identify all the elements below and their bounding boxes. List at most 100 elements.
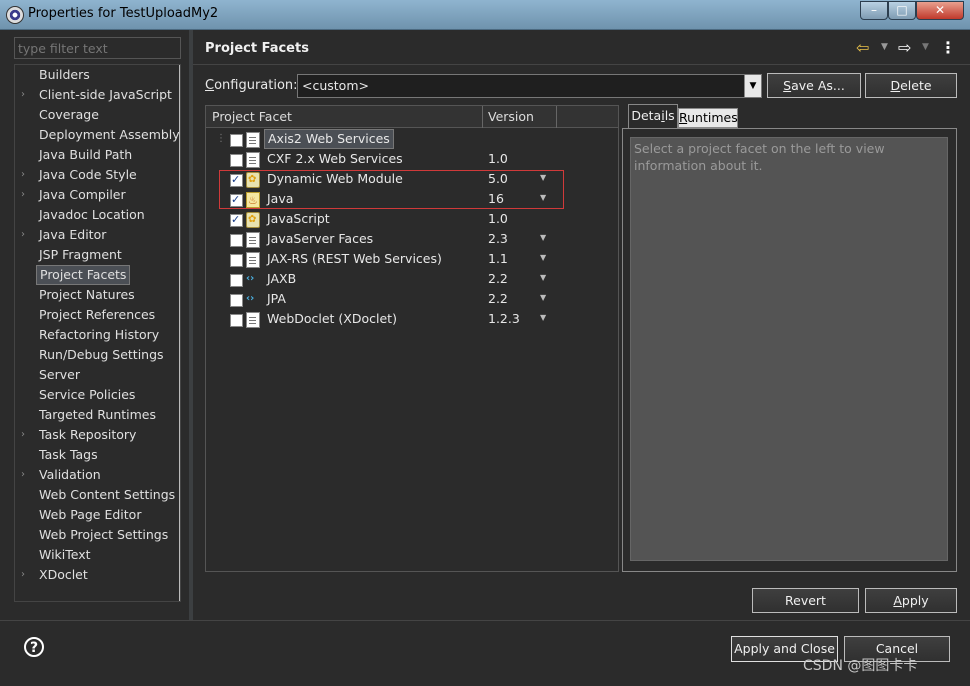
tree-item[interactable]: Web Project Settings (15, 525, 168, 545)
tree-item-label: Project References (39, 307, 156, 322)
column-separator[interactable] (556, 106, 557, 128)
column-separator[interactable] (482, 106, 483, 128)
column-header-project-facet[interactable]: Project Facet (212, 109, 292, 124)
forward-dropdown-icon[interactable]: ▼ (922, 42, 929, 52)
expand-icon[interactable]: › (21, 85, 29, 105)
facet-version[interactable]: 1.2.3 (488, 309, 520, 329)
chevron-down-icon[interactable]: ▼ (744, 75, 761, 97)
facet-version[interactable]: 2.2 (488, 289, 508, 309)
help-icon[interactable]: ? (24, 637, 44, 657)
tree-item[interactable]: Project Natures (15, 285, 165, 305)
facet-row[interactable]: ⋮ Axis2 Web Services (206, 129, 618, 149)
expand-icon[interactable]: › (21, 165, 29, 185)
forward-arrow-icon[interactable]: ⇨ (898, 38, 911, 57)
tree-item[interactable]: Web Content Settings (15, 485, 175, 505)
tab-details[interactable]: Details (628, 104, 678, 128)
tree-item[interactable]: Project References (15, 305, 165, 325)
title-bar[interactable]: Properties for TestUploadMy2 – □ ✕ (0, 0, 970, 30)
column-header-version[interactable]: Version (488, 109, 534, 124)
back-arrow-icon[interactable]: ⇦ (856, 38, 869, 57)
tree-item[interactable]: Task Tags (15, 445, 165, 465)
facet-row[interactable]: JAX-RS (REST Web Services) 1.1 ▼ (206, 248, 618, 269)
property-tree[interactable]: Builders › Client-side JavaScript Coverage D… (14, 64, 181, 602)
filter-input[interactable] (14, 37, 181, 59)
maximize-button[interactable]: □ (888, 1, 916, 20)
tree-item[interactable]: Deployment Assembly (15, 125, 180, 145)
tree-item[interactable]: Builders (15, 65, 165, 85)
tree-item[interactable]: Java Build Path (15, 145, 165, 165)
view-menu-icon[interactable]: ⋮ (940, 38, 956, 57)
facet-checkbox[interactable] (230, 154, 243, 167)
tree-item[interactable]: Javadoc Location (15, 205, 165, 225)
expand-icon[interactable]: › (21, 425, 29, 445)
tree-item-label: Client-side JavaScript (39, 87, 172, 102)
configuration-select[interactable]: <custom> (297, 74, 762, 98)
tree-item[interactable]: › Java Editor (15, 225, 165, 245)
tree-item[interactable]: › Task Repository (15, 425, 165, 445)
facet-version[interactable]: 1.0 (488, 209, 508, 229)
apply-button[interactable]: Apply (865, 588, 957, 613)
tree-item-label: Web Project Settings (39, 527, 169, 542)
facet-checkbox[interactable] (230, 210, 243, 230)
tree-item[interactable]: JSP Fragment (15, 245, 165, 265)
expand-icon[interactable]: › (21, 565, 29, 585)
tree-item[interactable]: Coverage (15, 105, 165, 125)
facet-checkbox[interactable] (230, 314, 243, 327)
facet-checkbox[interactable] (230, 234, 243, 247)
tree-item[interactable]: Project Facets (15, 265, 165, 285)
version-dropdown-icon[interactable]: ▼ (540, 228, 546, 248)
minimize-button[interactable]: – (860, 1, 888, 20)
tree-item-label: Refactoring History (39, 327, 160, 342)
page-title: Project Facets (205, 41, 309, 56)
expand-icon[interactable]: › (21, 185, 29, 205)
tab-runtimes[interactable]: Runtimes (678, 108, 738, 128)
version-dropdown-icon[interactable]: ▼ (540, 248, 546, 268)
tree-item[interactable]: Refactoring History (15, 325, 165, 345)
delete-button[interactable]: Delete (865, 73, 957, 98)
tree-item[interactable]: Server (15, 365, 165, 385)
back-dropdown-icon[interactable]: ▼ (881, 42, 888, 52)
facet-row[interactable]: ‹› JAXB 2.2 ▼ (206, 268, 618, 289)
facet-row[interactable]: WebDoclet (XDoclet) 1.2.3 ▼ (206, 308, 618, 329)
tree-item[interactable]: WikiText (15, 545, 165, 565)
tree-item[interactable]: Targeted Runtimes (15, 405, 165, 425)
tree-item[interactable]: › Java Code Style (15, 165, 165, 185)
expand-icon[interactable]: › (21, 225, 29, 245)
tree-item-label: Project Natures (39, 287, 135, 302)
version-dropdown-icon[interactable]: ▼ (540, 288, 546, 308)
facet-checkbox[interactable] (230, 294, 243, 307)
save-as-button[interactable]: Save As... (767, 73, 861, 98)
doc-icon (246, 252, 260, 268)
facets-table-header: Project Facet Version (206, 106, 618, 128)
facet-version[interactable]: 2.2 (488, 269, 508, 289)
facet-version[interactable]: 1.1 (488, 249, 508, 269)
tree-item[interactable]: › Client-side JavaScript (15, 85, 172, 105)
gear-doc-icon (246, 210, 260, 230)
facet-row[interactable]: CXF 2.x Web Services 1.0 (206, 149, 618, 169)
tree-item[interactable]: › XDoclet (15, 565, 165, 585)
tree-item[interactable]: Run/Debug Settings (15, 345, 165, 365)
close-button[interactable]: ✕ (916, 1, 964, 20)
tree-horizontal-scrollbar[interactable]: ◀ ||| ▶ (15, 601, 179, 602)
tree-item[interactable]: › Validation (15, 465, 165, 485)
expand-icon[interactable]: › (21, 465, 29, 485)
facet-checkbox[interactable] (230, 254, 243, 267)
facet-version[interactable]: 2.3 (488, 229, 508, 249)
facet-row[interactable]: ‹› JPA 2.2 ▼ (206, 288, 618, 309)
panel-sash[interactable] (189, 30, 193, 620)
tree-item[interactable]: Web Page Editor (15, 505, 165, 525)
facet-version[interactable]: 1.0 (488, 149, 508, 169)
version-dropdown-icon[interactable]: ▼ (540, 308, 546, 328)
tree-item[interactable]: › Java Compiler (15, 185, 165, 205)
revert-button[interactable]: Revert (752, 588, 859, 613)
tree-item[interactable]: Service Policies (15, 385, 165, 405)
tree-vertical-scrollbar[interactable]: ▲ ▼ (179, 65, 180, 601)
facet-row[interactable]: JavaScript 1.0 (206, 209, 618, 230)
window-title: Properties for TestUploadMy2 (28, 6, 219, 21)
facet-checkbox[interactable] (230, 274, 243, 287)
facet-checkbox[interactable] (230, 134, 243, 147)
details-text: Select a project facet on the left to vi… (630, 137, 948, 561)
version-dropdown-icon[interactable]: ▼ (540, 268, 546, 288)
facet-row[interactable]: JavaServer Faces 2.3 ▼ (206, 228, 618, 249)
tree-item-label: Task Tags (39, 447, 98, 462)
